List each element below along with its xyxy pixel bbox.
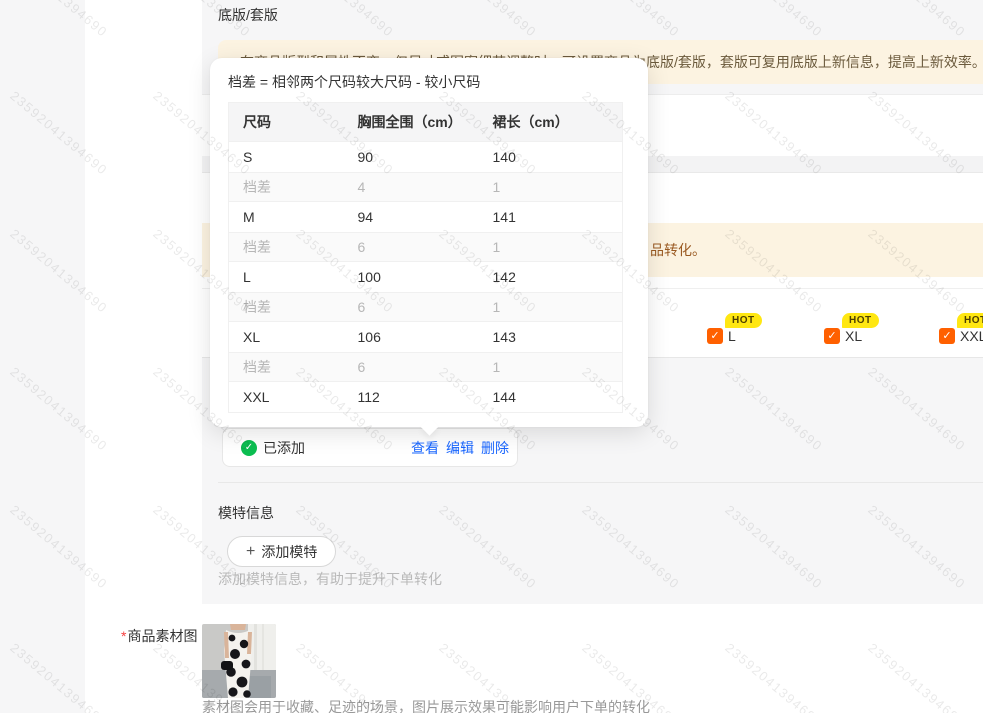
- cell: 6: [343, 352, 479, 382]
- cell: 100: [343, 261, 479, 293]
- col-header-length: 裙长（cm）: [478, 102, 623, 142]
- cell: 94: [343, 201, 479, 233]
- cell: 档差: [228, 172, 344, 202]
- page-left-margin: [0, 0, 85, 713]
- model-info-hint: 添加模特信息，有助于提升下单转化: [218, 571, 442, 587]
- col-header-size: 尺码: [228, 102, 344, 142]
- material-image-label-text: 商品素材图: [127, 628, 198, 644]
- table-row-diff: 档差 6 1: [228, 352, 623, 382]
- popover-title: 档差 = 相邻两个尺码较大尺码 - 较小尺码: [228, 74, 481, 90]
- cell: 6: [343, 232, 479, 262]
- size-option-label: XL: [845, 328, 863, 344]
- table-header-row: 尺码 胸围全围（cm） 裙长（cm）: [228, 102, 623, 142]
- hot-badge: HOT: [842, 313, 879, 328]
- product-material-image[interactable]: [202, 624, 276, 698]
- cell: XL: [228, 321, 344, 353]
- success-check-icon: ✓: [241, 439, 257, 456]
- cell: 档差: [228, 232, 344, 262]
- cell: 144: [478, 381, 623, 413]
- table-row: XXL 112 144: [228, 381, 623, 413]
- table-row-diff: 档差 6 1: [228, 232, 623, 262]
- cell: 90: [343, 141, 479, 173]
- hot-badge: HOT: [725, 313, 762, 328]
- material-image-label: *商品素材图: [121, 626, 197, 646]
- col-header-bust: 胸围全围（cm）: [343, 102, 479, 142]
- model-info-title: 模特信息: [218, 505, 274, 521]
- cell: L: [228, 261, 344, 293]
- cell: M: [228, 201, 344, 233]
- cell: 1: [478, 172, 623, 202]
- checkbox-checked-icon[interactable]: ✓: [824, 328, 840, 344]
- view-link[interactable]: 查看: [411, 438, 439, 458]
- cell: 112: [343, 381, 479, 413]
- table-row-diff: 档差 6 1: [228, 292, 623, 322]
- cell: 6: [343, 292, 479, 322]
- size-option-label: L: [728, 328, 736, 344]
- cell: 1: [478, 232, 623, 262]
- watermark-text: 23592041394690: [722, 640, 826, 713]
- size-chart-table: 尺码 胸围全围（cm） 裙长（cm） S 90 140 档差 4 1 M 94 141 档差…: [228, 102, 623, 413]
- cell: XXL: [228, 381, 344, 413]
- table-row-diff: 档差 4 1: [228, 172, 623, 202]
- watermark-text: 23592041394690: [865, 640, 969, 713]
- cell: 140: [478, 141, 623, 173]
- cell: 106: [343, 321, 479, 353]
- cell: 1: [478, 292, 623, 322]
- plus-icon: +: [246, 542, 256, 560]
- edit-link[interactable]: 编辑: [446, 438, 474, 458]
- cell: 档差: [228, 352, 344, 382]
- table-row: S 90 140: [228, 141, 623, 173]
- added-status-text: 已添加: [263, 439, 305, 456]
- table-row: L 100 142: [228, 261, 623, 293]
- size-chart-added-box: ✓ 已添加 查看 编辑 删除: [222, 428, 518, 467]
- table-row: XL 106 143: [228, 321, 623, 353]
- cell: 4: [343, 172, 479, 202]
- size-option-label: XXL: [960, 328, 983, 344]
- cell: 143: [478, 321, 623, 353]
- cell: 142: [478, 261, 623, 293]
- material-image-hint: 素材图会用于收藏、足迹的场景，图片展示效果可能影响用户下单的转化: [202, 699, 650, 713]
- add-model-button[interactable]: + 添加模特: [227, 536, 337, 567]
- conversion-notice-text: 品转化。: [650, 242, 706, 258]
- hot-badge: HOT: [957, 313, 983, 328]
- table-row: M 94 141: [228, 201, 623, 233]
- dress-photo-illustration: [202, 624, 276, 698]
- required-asterisk: *: [121, 628, 127, 644]
- section-divider: [218, 482, 983, 483]
- cell: S: [228, 141, 344, 173]
- checkbox-checked-icon[interactable]: ✓: [939, 328, 955, 344]
- add-model-button-label: 添加模特: [261, 543, 318, 560]
- cell: 档差: [228, 292, 344, 322]
- size-chart-popover: 档差 = 相邻两个尺码较大尺码 - 较小尺码 尺码 胸围全围（cm） 裙长（cm…: [210, 58, 648, 436]
- delete-link[interactable]: 删除: [481, 438, 509, 458]
- cell: 1: [478, 352, 623, 382]
- checkbox-checked-icon[interactable]: ✓: [707, 328, 723, 344]
- cell: 141: [478, 201, 623, 233]
- section-label-template: 底版/套版: [218, 7, 278, 23]
